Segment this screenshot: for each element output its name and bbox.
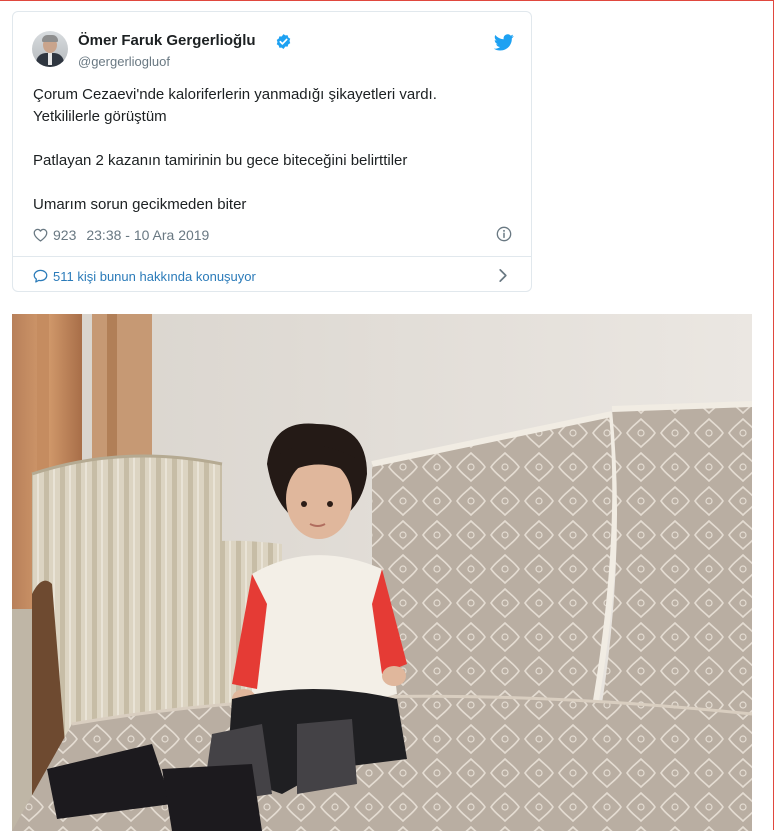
like-count[interactable]: 923 [53,227,76,243]
verified-badge-icon [275,33,292,50]
card-divider [13,256,531,257]
conversation-text[interactable]: 511 kişi bunun hakkında konuşuyor [53,269,256,284]
child-on-sofa-image [12,314,752,831]
tweet-card[interactable]: Ömer Faruk Gergerlioğlu @gergerliogluof … [12,11,532,292]
tweet-photo[interactable] [12,314,752,831]
heart-icon[interactable] [33,228,48,242]
author-handle[interactable]: @gergerliogluof [78,54,170,69]
tweet-text-line: Umarım sorun gecikmeden biter [33,194,513,216]
info-icon[interactable] [496,226,512,242]
tweet-timestamp[interactable]: 23:38 - 10 Ara 2019 [86,227,209,243]
author-name[interactable]: Ömer Faruk Gergerlioğlu [78,32,256,49]
tweet-text-line: Patlayan 2 kazanın tamirinin bu gece bit… [33,150,513,172]
tweet-text-line: Çorum Cezaevi'nde kaloriferlerin yanmadı… [33,84,513,106]
tweet-text: Çorum Cezaevi'nde kaloriferlerin yanmadı… [33,84,513,216]
tweet-text-line: Yetkililerle görüştüm [33,106,513,128]
tweet-meta: 923 23:38 - 10 Ara 2019 [33,226,209,244]
speech-bubble-icon [33,269,48,283]
twitter-bird-icon[interactable] [494,34,514,51]
author-avatar[interactable] [32,31,68,67]
chevron-right-icon[interactable] [498,268,508,283]
conversation-link[interactable]: 511 kişi bunun hakkında konuşuyor [33,266,513,286]
